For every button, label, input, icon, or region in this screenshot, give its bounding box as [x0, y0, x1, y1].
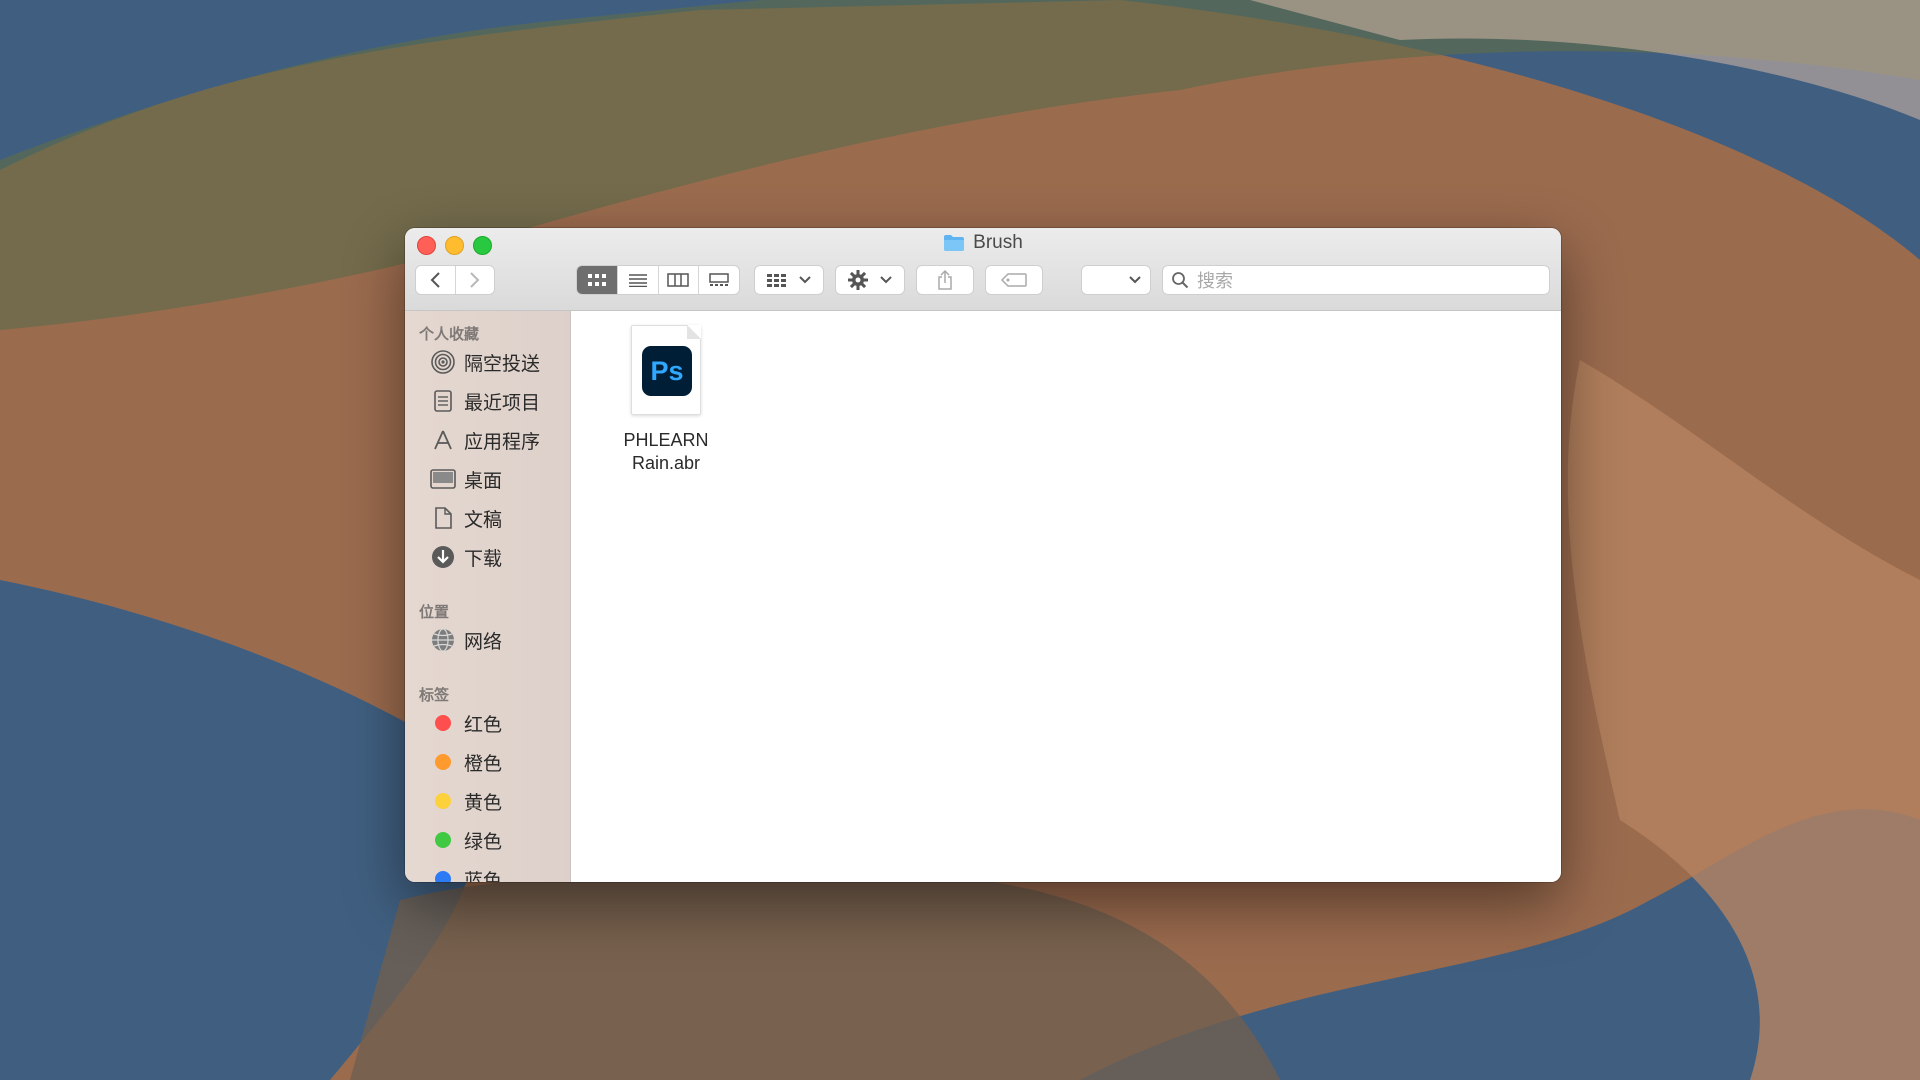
sidebar-item-network[interactable]: 网络: [430, 626, 502, 654]
chevron-down-icon: [880, 276, 892, 284]
photoshop-file-icon: Ps: [631, 325, 701, 415]
documents-icon: [430, 505, 456, 531]
sidebar-item-downloads[interactable]: 下载: [430, 543, 502, 571]
sidebar-item-tag-green[interactable]: 绿色: [430, 826, 502, 854]
file-name-line-1: PHLEARN: [623, 430, 709, 450]
column-view-button[interactable]: [657, 266, 699, 294]
favorites-header: 个人收藏: [419, 325, 480, 343]
gear-icon: [848, 270, 868, 290]
tag-icon: [1000, 273, 1027, 287]
tag-button[interactable]: [985, 265, 1043, 295]
chevron-down-icon: [1129, 276, 1141, 284]
sidebar: 个人收藏 隔空投送 最近项目 应用程序 桌面 文稿 下载 位置 网络 标签 红色…: [405, 311, 571, 882]
sidebar-item-label: 绿色: [464, 830, 503, 853]
sidebar-item-label: 最近项目: [464, 391, 541, 414]
yellow-tag-dot: [435, 793, 451, 809]
downloads-icon: [430, 544, 456, 570]
view-mode-buttons: [576, 265, 740, 295]
sidebar-item-tag-red[interactable]: 红色: [430, 709, 502, 737]
action-menu-button[interactable]: [835, 265, 905, 295]
search-placeholder: 搜索: [1197, 271, 1233, 292]
sidebar-item-tag-yellow[interactable]: 黄色: [430, 787, 502, 815]
list-icon: [628, 274, 647, 287]
search-field[interactable]: 搜索: [1162, 265, 1550, 295]
sidebar-item-tag-orange[interactable]: 橙色: [430, 748, 502, 776]
tags-header: 标签: [419, 686, 450, 704]
chevron-left-icon: [430, 272, 440, 288]
applications-icon: [430, 427, 456, 453]
sidebar-item-applications[interactable]: 应用程序: [430, 426, 540, 454]
file-item[interactable]: Ps PHLEARN Rain.abr: [611, 325, 721, 475]
back-button[interactable]: [416, 266, 455, 294]
orange-tag-dot: [435, 754, 451, 770]
share-icon: [938, 269, 952, 290]
sidebar-item-desktop[interactable]: 桌面: [430, 465, 502, 493]
sidebar-item-label: 橙色: [464, 752, 503, 775]
chevron-right-icon: [470, 272, 480, 288]
chevron-down-icon: [799, 276, 811, 284]
sidebar-item-tag-blue[interactable]: 蓝色: [430, 865, 502, 882]
list-view-button[interactable]: [616, 266, 658, 294]
search-icon: [1172, 272, 1189, 289]
group-by-button[interactable]: [754, 265, 824, 295]
grid-icon: [587, 274, 606, 286]
sidebar-item-documents[interactable]: 文稿: [430, 504, 502, 532]
window-title-text: Brush: [973, 232, 1023, 253]
file-name: PHLEARN Rain.abr: [611, 429, 721, 475]
sort-menu-button[interactable]: [1081, 265, 1151, 295]
red-tag-dot: [435, 715, 451, 731]
sidebar-item-label: 文稿: [464, 508, 503, 531]
folder-icon: [944, 235, 965, 251]
sidebar-item-airdrop[interactable]: 隔空投送: [430, 348, 540, 376]
columns-icon: [667, 273, 690, 287]
sidebar-item-label: 隔空投送: [464, 352, 541, 375]
airdrop-icon: [430, 349, 456, 375]
share-button[interactable]: [916, 265, 974, 295]
network-icon: [430, 627, 456, 653]
gallery-icon: [709, 273, 729, 286]
sidebar-item-label: 蓝色: [464, 869, 503, 883]
blue-tag-dot: [435, 871, 451, 882]
green-tag-dot: [435, 832, 451, 848]
gallery-view-button[interactable]: [698, 266, 739, 294]
sidebar-item-label: 桌面: [464, 469, 503, 492]
sidebar-item-label: 下载: [464, 547, 503, 570]
desktop-icon: [430, 466, 456, 492]
file-browser-area[interactable]: Ps PHLEARN Rain.abr: [571, 311, 1561, 882]
sidebar-item-label: 网络: [464, 630, 503, 653]
sidebar-item-label: 红色: [464, 713, 503, 736]
sidebar-item-label: 黄色: [464, 791, 503, 814]
sidebar-item-recents[interactable]: 最近项目: [430, 387, 540, 415]
icon-view-button[interactable]: [577, 266, 617, 294]
sidebar-item-label: 应用程序: [464, 430, 541, 453]
locations-header: 位置: [419, 603, 450, 621]
group-grid-icon: [767, 274, 786, 287]
photoshop-badge: Ps: [642, 346, 692, 396]
window-title: Brush: [405, 232, 1561, 254]
title-bar: Brush 搜索: [405, 228, 1561, 311]
recents-icon: [430, 388, 456, 414]
file-name-line-2: Rain.abr: [631, 453, 701, 473]
forward-button[interactable]: [454, 266, 495, 294]
finder-window: Brush 搜索 个人收藏 隔空投送 最近项目 应用程序 桌面 文稿 下载 位置…: [405, 228, 1561, 882]
navigation-buttons: [415, 265, 495, 295]
